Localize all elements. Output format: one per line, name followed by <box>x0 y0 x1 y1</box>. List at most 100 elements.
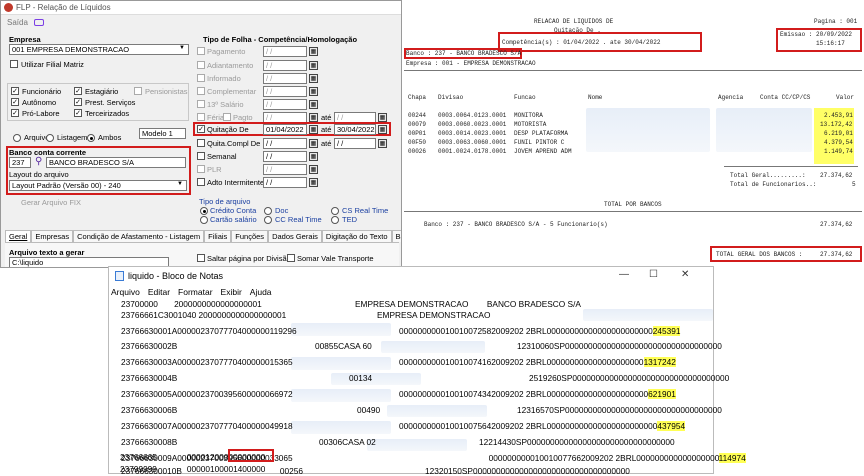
calendar-icon[interactable]: ▦ <box>309 61 318 70</box>
autonomo-checkbox[interactable]: ✓ <box>11 98 19 106</box>
row-divisao: 0003.0060.0023.0001 <box>438 121 507 128</box>
pagamento-checkbox[interactable] <box>197 47 205 55</box>
menu-arquivo[interactable]: Arquivo <box>111 287 140 297</box>
calendar-icon[interactable]: ▦ <box>309 165 318 174</box>
decimo-terceiro-date[interactable]: / / <box>263 99 307 110</box>
chat-icon[interactable] <box>33 18 44 26</box>
semanal-date[interactable]: / / <box>263 151 307 162</box>
adto-intermitente-date[interactable]: / / <box>263 177 307 188</box>
arquivo-radio[interactable] <box>13 134 21 142</box>
text-line: 23766630004B <box>121 373 178 383</box>
menu-editar[interactable]: Editar <box>148 287 170 297</box>
col-nome: Nome <box>588 94 603 101</box>
text-line: 12214430SP000000000000000000000000000000… <box>479 437 675 447</box>
calendar-icon[interactable]: ▦ <box>309 74 318 83</box>
calendar-icon[interactable]: ▦ <box>309 152 318 161</box>
pagto-checkbox[interactable] <box>223 113 231 121</box>
filial-matriz-checkbox[interactable] <box>10 60 18 68</box>
funcionario-checkbox[interactable]: ✓ <box>11 87 19 95</box>
cc-real-time-radio[interactable] <box>264 216 272 224</box>
calendar-icon[interactable]: ▦ <box>309 47 318 56</box>
adto-intermitente-checkbox[interactable] <box>197 178 205 186</box>
estagiario-checkbox[interactable]: ✓ <box>74 87 82 95</box>
listagem-radio[interactable] <box>46 134 54 142</box>
text-line: 2519260SP0000000000000000000000000000000… <box>529 373 730 383</box>
report-rule <box>404 211 862 212</box>
row-valor: 6.219,01 <box>824 130 853 137</box>
menu-formatar[interactable]: Formatar <box>178 287 212 297</box>
banco-codigo-input[interactable]: 237 <box>9 157 31 168</box>
report-emissao: Emissao : 20/09/2022 <box>780 31 853 38</box>
plr-checkbox[interactable] <box>197 165 205 173</box>
quitacao-date-from[interactable]: 01/04/2022 <box>263 124 307 135</box>
cartao-salario-radio[interactable] <box>200 216 208 224</box>
menu-exibir[interactable]: Exibir <box>221 287 242 297</box>
ferias-checkbox[interactable] <box>197 113 205 121</box>
decimo-terceiro-checkbox[interactable] <box>197 100 205 108</box>
informado-checkbox[interactable] <box>197 74 205 82</box>
doc-radio[interactable] <box>264 207 272 215</box>
tab-digitacao[interactable]: Digitação do Texto <box>321 230 392 242</box>
calendar-icon[interactable]: ▦ <box>309 139 318 148</box>
complementar-checkbox[interactable] <box>197 87 205 95</box>
chevron-down-icon[interactable]: ▼ <box>177 181 183 187</box>
calendar-icon[interactable]: ▦ <box>378 139 387 148</box>
tab-empresas[interactable]: Empresas <box>31 230 74 242</box>
ambos-radio[interactable] <box>87 134 95 142</box>
adiantamento-date[interactable]: / / <box>263 60 307 71</box>
modelo-select[interactable]: Modelo 1 <box>139 128 186 139</box>
ted-radio[interactable] <box>331 216 339 224</box>
calendar-icon[interactable]: ▦ <box>309 113 318 122</box>
quita-compl-date-from[interactable]: / / <box>263 138 307 149</box>
tab-funcoes[interactable]: Funções <box>231 230 269 242</box>
close-icon[interactable]: ✕ <box>681 269 689 280</box>
adiantamento-checkbox[interactable] <box>197 61 205 69</box>
quitacao-checkbox[interactable]: ✓ <box>197 125 205 133</box>
tab-dados-gerais[interactable]: Dados Gerais <box>268 230 322 242</box>
cs-real-time-radio[interactable] <box>331 207 339 215</box>
complementar-date[interactable]: / / <box>263 86 307 97</box>
tab-filiais[interactable]: Filiais <box>204 230 232 242</box>
quita-compl-checkbox[interactable] <box>197 139 205 147</box>
report-rule <box>404 70 862 71</box>
tab-geral[interactable]: Geral <box>5 230 32 242</box>
credito-conta-radio[interactable] <box>200 207 208 215</box>
redacted-block <box>291 357 391 370</box>
somar-vale-checkbox[interactable] <box>287 254 295 262</box>
chevron-down-icon[interactable]: ▼ <box>179 45 185 51</box>
empresa-select[interactable]: 001 EMPRESA DEMONSTRACAO <box>9 44 189 55</box>
search-icon[interactable]: ⚲ <box>35 156 42 167</box>
prest-servicos-checkbox[interactable]: ✓ <box>74 98 82 106</box>
menu-saida[interactable]: Saída <box>7 18 28 27</box>
informado-date[interactable]: / / <box>263 73 307 84</box>
row-chapa: 00F50 <box>408 139 427 146</box>
calendar-icon[interactable]: ▦ <box>309 100 318 109</box>
plr-date[interactable]: / / <box>263 164 307 175</box>
window-title: FLP - Relação de Líquidos <box>16 3 111 12</box>
calendar-icon[interactable]: ▦ <box>378 125 387 134</box>
pro-labore-checkbox[interactable]: ✓ <box>11 109 19 117</box>
tab-afastamento[interactable]: Condição de Afastamento - Listagem <box>73 230 205 242</box>
total-bancos-value: 27.374,62 <box>820 251 853 258</box>
quita-compl-date-to[interactable]: / / <box>334 138 376 149</box>
calendar-icon[interactable]: ▦ <box>309 125 318 134</box>
calendar-icon[interactable]: ▦ <box>378 113 387 122</box>
report-preview: RELACAO DE LIQUIDOS DE Pagina : 001 Quit… <box>404 4 862 266</box>
minimize-icon[interactable]: — <box>619 269 629 280</box>
layout-select[interactable]: Layout Padrão (Versão 00) - 240 <box>9 180 187 191</box>
calendar-icon[interactable]: ▦ <box>309 87 318 96</box>
saltar-pagina-checkbox[interactable] <box>197 254 205 262</box>
complementar-label: Complementar <box>207 87 257 96</box>
quitacao-date-to[interactable]: 30/04/2022 <box>334 124 376 135</box>
menu-ajuda[interactable]: Ajuda <box>250 287 272 297</box>
tab-banco[interactable]: Banco <box>391 230 401 242</box>
row-chapa: 00244 <box>408 112 427 119</box>
terceirizados-checkbox[interactable]: ✓ <box>74 109 82 117</box>
maximize-icon[interactable]: ☐ <box>649 269 658 280</box>
arquivo-texto-label: Arquivo texto a gerar <box>9 248 85 257</box>
calendar-icon[interactable]: ▦ <box>309 178 318 187</box>
semanal-checkbox[interactable] <box>197 152 205 160</box>
filial-matriz-label: Utilizar Filial Matriz <box>21 60 84 69</box>
pensionistas-checkbox[interactable] <box>134 87 142 95</box>
pagamento-date[interactable]: / / <box>263 46 307 57</box>
